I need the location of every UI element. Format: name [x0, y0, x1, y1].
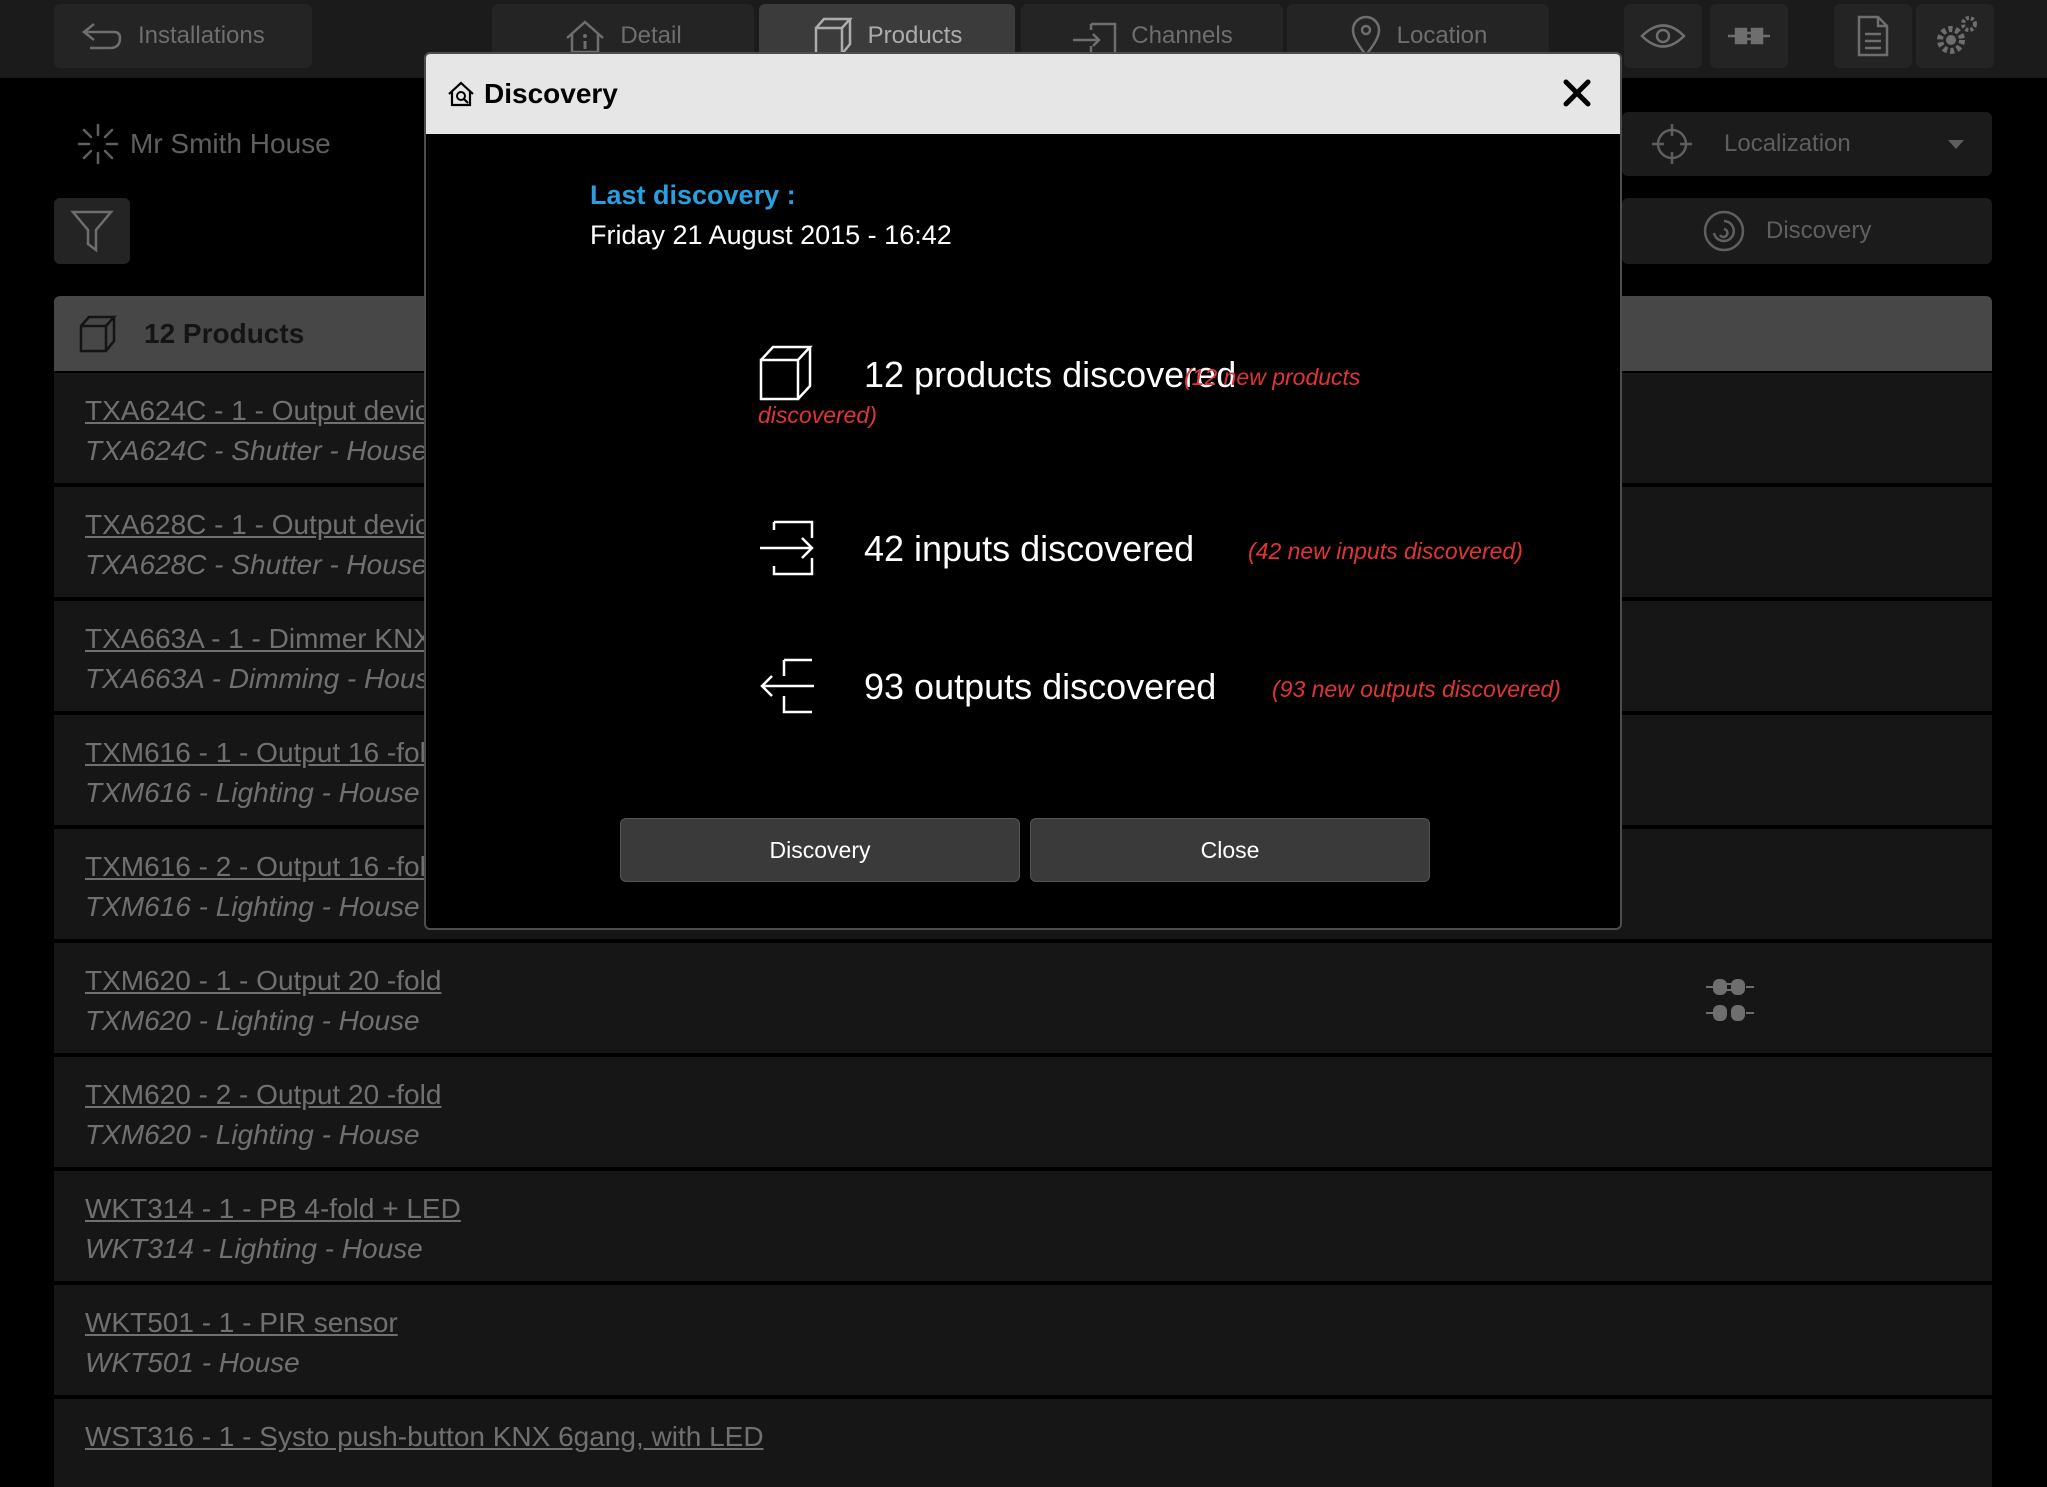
- last-discovery-label: Last discovery :: [590, 180, 796, 210]
- outputs-discovered: 93 outputs discovered: [864, 666, 1217, 707]
- inputs-discovered: 42 inputs discovered: [864, 528, 1195, 569]
- products-new-note-line2: discovered): [758, 402, 877, 428]
- products-new-note-line1: (12 new products: [1184, 364, 1361, 390]
- dialog-title: Discovery: [484, 78, 618, 109]
- dialog-header: Discovery: [426, 54, 1620, 134]
- inputs-new-note: (42 new inputs discovered): [1248, 538, 1523, 564]
- box-icon: [759, 345, 813, 401]
- products-discovered: 12 products discovered: [864, 354, 1237, 395]
- start-discovery-button[interactable]: Discovery: [620, 818, 1020, 882]
- close-icon[interactable]: [1556, 72, 1598, 114]
- discovery-dialog: Discovery Last discovery : Friday 21 Aug…: [424, 52, 1622, 930]
- close-button[interactable]: Close: [1030, 818, 1430, 882]
- input-arrow-icon: [760, 520, 814, 576]
- last-discovery-value: Friday 21 August 2015 - 16:42: [590, 220, 952, 250]
- discovery-house-icon: [448, 81, 474, 107]
- output-arrow-icon: [760, 658, 814, 714]
- outputs-new-note: (93 new outputs discovered): [1272, 676, 1561, 702]
